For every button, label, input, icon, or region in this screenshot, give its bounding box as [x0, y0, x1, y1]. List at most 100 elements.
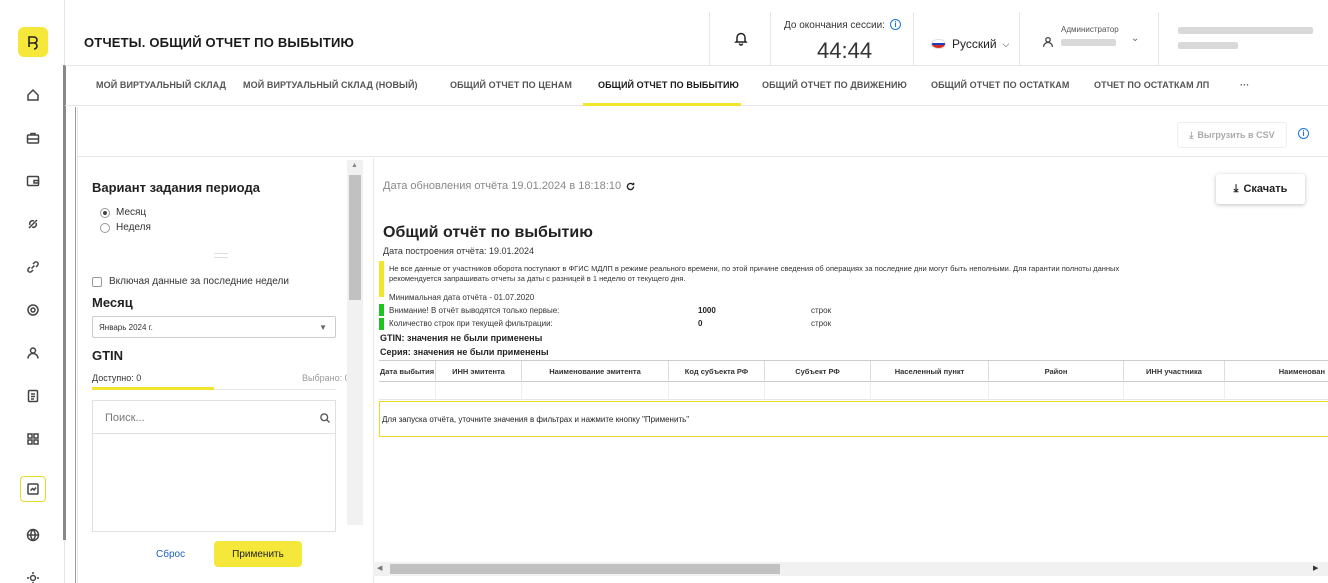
limit-value: 1000 [698, 306, 716, 315]
header-divider [770, 12, 771, 66]
settings-icon[interactable] [20, 565, 46, 583]
language-label: Русский [952, 37, 997, 51]
column-header[interactable]: ИНН эмитента [436, 361, 522, 383]
gtin-search-input[interactable]: Поиск... [93, 401, 335, 434]
scroll-left-arrow-icon[interactable]: ◀ [377, 564, 382, 572]
report-toolbar: ⤓ Выгрузить в CSV i [77, 107, 1328, 157]
gtin-available-tab[interactable]: Доступно: 0 [92, 373, 141, 383]
gtin-title: GTIN [92, 348, 124, 363]
column-header[interactable]: Субъект РФ [765, 361, 871, 383]
table-cell[interactable] [379, 382, 436, 400]
column-header[interactable]: Наименование эмитента [522, 361, 669, 383]
active-subtab-indicator [92, 387, 214, 390]
gtin-selected-tab[interactable]: Выбрано: 0 [302, 373, 350, 383]
info-icon[interactable]: i [1298, 128, 1309, 139]
export-csv-label: Выгрузить в CSV [1197, 130, 1275, 140]
document-icon[interactable] [20, 383, 46, 409]
table-cell[interactable] [1124, 382, 1225, 400]
link-icon[interactable] [20, 254, 46, 280]
column-header[interactable]: Код субъекта РФ [669, 361, 765, 383]
wallet-icon[interactable] [20, 168, 46, 194]
globe-icon[interactable] [20, 522, 46, 548]
report-tabs: МОЙ ВИРТУАЛЬНЫЙ СКЛАД МОЙ ВИРТУАЛЬНЫЙ СК… [65, 66, 1328, 106]
column-header[interactable]: Район [989, 361, 1124, 383]
data-notice: Не все данные от участников оборота пост… [389, 264, 1120, 283]
column-header[interactable]: Дата выбытия [379, 361, 436, 383]
home-icon[interactable] [20, 82, 46, 108]
chevron-down-icon: ⌄ [1131, 33, 1140, 44]
column-header[interactable]: Наименован [1225, 361, 1328, 383]
user-icon [1042, 36, 1054, 47]
export-csv-button[interactable]: ⤓ Выгрузить в CSV [1177, 122, 1287, 148]
report-hscrollbar-thumb[interactable] [390, 564, 780, 574]
session-timer: 44:44 [817, 38, 873, 63]
left-nav-rail [0, 0, 65, 583]
scroll-up-arrow-icon[interactable]: ▲ [351, 162, 358, 169]
filter-panel: Вариант задания периода Месяц Неделя Вкл… [80, 158, 363, 583]
month-title: Месяц [92, 295, 133, 310]
series-note: Серия: значения не были применены [380, 347, 549, 357]
tab-stock-report[interactable]: ОБЩИЙ ОТЧЕТ ПО ОСТАТКАМ [931, 80, 1069, 90]
apply-button[interactable]: Применить [214, 541, 302, 567]
header-divider [709, 12, 710, 66]
table-cell[interactable] [669, 382, 765, 400]
pills-icon[interactable] [20, 211, 46, 237]
table-filter-row [379, 382, 1328, 400]
limit-unit: строк [811, 306, 832, 315]
radio-dot [100, 207, 110, 218]
period-title: Вариант задания периода [92, 180, 260, 195]
radio-week[interactable]: Неделя [100, 222, 151, 233]
reports-icon[interactable] [20, 476, 46, 502]
search-icon[interactable] [319, 412, 331, 424]
org-id-redacted [1178, 42, 1238, 49]
app-root: ОТЧЕТЫ. ОБЩИЙ ОТЧЕТ ПО ВЫБЫТИЮ До оконча… [0, 0, 1328, 583]
table-cell[interactable] [871, 382, 989, 400]
table-cell[interactable] [989, 382, 1124, 400]
tab-prices-report[interactable]: ОБЩИЙ ОТЧЕТ ПО ЦЕНАМ [450, 80, 572, 90]
count-label: Количество строк при текущей фильтрации: [389, 319, 553, 328]
checkbox-box [92, 276, 102, 287]
info-icon[interactable]: i [890, 19, 901, 30]
table-cell[interactable] [436, 382, 522, 400]
user-icon[interactable] [20, 340, 46, 366]
user-name-redacted [1061, 39, 1116, 46]
download-button[interactable]: ⤓ Скачать [1216, 174, 1305, 204]
filter-scrollbar-thumb[interactable] [349, 175, 361, 300]
warning-marker [379, 261, 384, 297]
more-tabs-button[interactable]: ··· [1240, 80, 1249, 90]
header-divider [1158, 12, 1159, 66]
tab-movement-report[interactable]: ОБЩИЙ ОТЧЕТ ПО ДВИЖЕНИЮ [762, 80, 907, 90]
refresh-icon[interactable] [625, 181, 636, 192]
tab-disposal-report[interactable]: ОБЩИЙ ОТЧЕТ ПО ВЫБЫТИЮ [598, 80, 739, 90]
bell-icon[interactable] [733, 30, 749, 51]
grid-icon[interactable] [20, 426, 46, 452]
scroll-right-arrow-icon[interactable]: ▶ [1313, 564, 1318, 572]
include-weeks-checkbox[interactable]: Включая данные за последние недели [92, 276, 289, 287]
radio-month-label: Месяц [116, 207, 147, 218]
drag-handle[interactable] [214, 253, 228, 258]
month-select[interactable]: Январь 2024 г. ▼ [92, 316, 336, 338]
column-header[interactable]: ИНН участника [1124, 361, 1225, 383]
table-header: Дата выбытия ИНН эмитента Наименование э… [379, 360, 1328, 383]
table-cell[interactable] [522, 382, 669, 400]
tab-my-warehouse-new[interactable]: МОЙ ВИРТУАЛЬНЫЙ СКЛАД (НОВЫЙ) [243, 80, 418, 90]
column-header[interactable]: Населенный пункт [871, 361, 989, 383]
radio-month[interactable]: Месяц [100, 207, 146, 218]
app-logo[interactable] [18, 27, 48, 57]
rail-scrollbar[interactable] [63, 65, 66, 540]
tab-lp-stock-report[interactable]: ОТЧЕТ ПО ОСТАТКАМ ЛП [1094, 80, 1209, 90]
content-border [75, 107, 76, 583]
radio-week-label: Неделя [116, 222, 151, 233]
russia-flag-icon [931, 39, 946, 49]
include-weeks-label: Включая данные за последние недели [109, 276, 289, 287]
tab-my-warehouse[interactable]: МОЙ ВИРТУАЛЬНЫЙ СКЛАД [96, 80, 226, 90]
radar-icon[interactable] [20, 297, 46, 323]
briefcase-icon[interactable] [20, 125, 46, 151]
chevron-down-icon: ⌵ [1002, 38, 1010, 49]
download-icon: ⤓ [1233, 182, 1239, 195]
update-info: Дата обновления отчёта 19.01.2024 в 18:1… [383, 180, 636, 192]
language-selector[interactable]: Русский ⌵ [931, 37, 1009, 51]
content-border [77, 107, 78, 583]
table-cell[interactable] [765, 382, 871, 400]
reset-button[interactable]: Сброс [156, 549, 185, 560]
